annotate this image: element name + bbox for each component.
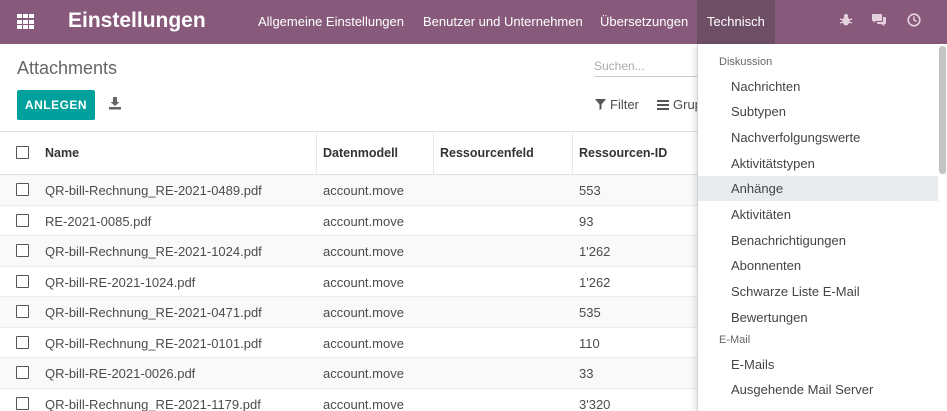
download-icon[interactable]: [108, 96, 122, 110]
list-icon: [657, 99, 669, 110]
dropdown-item[interactable]: Nachrichten: [698, 74, 938, 99]
dropdown-item[interactable]: Subtypen: [698, 99, 938, 124]
cell-name: QR-bill-Rechnung_RE-2021-0471.pdf: [45, 305, 262, 320]
cell-datenmodell: account.move: [323, 366, 404, 381]
row-checkbox[interactable]: [16, 244, 29, 257]
row-checkbox[interactable]: [16, 213, 29, 227]
dropdown-item[interactable]: Bewertungen: [698, 305, 938, 330]
cell-datenmodell: account.move: [323, 305, 404, 320]
menu-uebersetzungen[interactable]: Übersetzungen: [600, 14, 688, 29]
cell-ressourcen-id: 535: [579, 305, 601, 320]
column-header-name[interactable]: Name: [45, 146, 79, 160]
search-input[interactable]: [594, 55, 698, 77]
row-checkbox[interactable]: [16, 274, 29, 288]
dropdown-section-email: E-Mail: [719, 334, 751, 346]
dropdown-section-diskussion: Diskussion: [719, 56, 773, 68]
cell-name: QR-bill-Rechnung_RE-2021-1024.pdf: [45, 244, 262, 259]
cell-name: QR-bill-RE-2021-0026.pdf: [45, 366, 196, 381]
table-row[interactable]: RE-2021-0085.pdf account.move 93: [0, 205, 700, 236]
row-checkbox[interactable]: [16, 335, 29, 349]
table-row[interactable]: QR-bill-RE-2021-0026.pdf account.move 33: [0, 358, 700, 389]
chat-icon[interactable]: [870, 13, 888, 31]
column-divider: [433, 132, 434, 175]
cell-name: QR-bill-Rechnung_RE-2021-0101.pdf: [45, 335, 262, 351]
clock-icon[interactable]: [905, 13, 923, 31]
group-button[interactable]: Grup: [657, 97, 702, 112]
table-row[interactable]: QR-bill-RE-2021-1024.pdf account.move 1'26…: [0, 266, 700, 297]
cell-datenmodell: account.move: [323, 213, 404, 229]
dropdown-item[interactable]: Aktivitätstypen: [698, 151, 938, 176]
cell-name: QR-bill-Rechnung_RE-2021-0489.pdf: [45, 183, 262, 198]
breadcrumb: Attachments: [17, 58, 118, 78]
column-divider: [572, 132, 573, 175]
dropdown-item[interactable]: Schwarze Liste E-Mail: [698, 279, 938, 304]
row-checkbox[interactable]: [16, 183, 29, 196]
column-header-ressourcen-id[interactable]: Ressourcen-ID: [579, 146, 667, 160]
select-all-checkbox[interactable]: [16, 146, 29, 159]
dropdown-scrollbar[interactable]: [939, 46, 946, 174]
cell-ressourcen-id: 1'262: [579, 244, 611, 259]
menu-technisch[interactable]: Technisch: [707, 14, 765, 29]
cell-ressourcen-id: 553: [579, 183, 601, 198]
cell-ressourcen-id: 110: [579, 335, 600, 351]
table-row[interactable]: QR-bill-Rechnung_RE-2021-0489.pdf account…: [0, 175, 700, 206]
cell-datenmodell: account.move: [323, 183, 404, 198]
dropdown-item[interactable]: Nachverfolgungswerte: [698, 125, 938, 150]
bug-icon[interactable]: [837, 13, 855, 31]
menu-benutzer-und-unternehmen[interactable]: Benutzer und Unternehmen: [423, 14, 583, 29]
cell-datenmodell: account.move: [323, 244, 404, 259]
dropdown-item[interactable]: Abonnenten: [698, 253, 938, 278]
dropdown-item[interactable]: Anhänge: [698, 176, 938, 202]
top-navbar: Einstellungen Allgemeine Einstellungen B…: [0, 0, 947, 44]
row-checkbox[interactable]: [16, 366, 29, 379]
cell-datenmodell: account.move: [323, 274, 404, 290]
cell-name: RE-2021-0085.pdf: [45, 213, 152, 229]
row-checkbox[interactable]: [16, 305, 29, 318]
cell-datenmodell: account.move: [323, 396, 404, 411]
cell-name: QR-bill-Rechnung_RE-2021-1179.pdf: [45, 396, 261, 411]
table-row[interactable]: QR-bill-Rechnung_RE-2021-0101.pdf account…: [0, 327, 700, 358]
cell-name: QR-bill-RE-2021-1024.pdf: [45, 274, 196, 290]
cell-ressourcen-id: 3'320: [579, 396, 611, 411]
dropdown-item[interactable]: Aktivitäten: [698, 202, 938, 227]
column-divider: [316, 132, 317, 175]
cell-ressourcen-id: 93: [579, 213, 594, 229]
dropdown-item[interactable]: Ausgehende Mail Server: [698, 377, 938, 402]
cell-ressourcen-id: 33: [579, 366, 594, 381]
table-row[interactable]: QR-bill-Rechnung_RE-2021-1179.pdf account…: [0, 388, 700, 411]
column-header-datenmodell[interactable]: Datenmodell: [323, 146, 398, 160]
row-checkbox[interactable]: [16, 396, 29, 410]
technisch-dropdown-menu: Diskussion Nachrichten Subtypen Nachverfol…: [697, 44, 947, 411]
grid-icon[interactable]: [17, 14, 34, 30]
column-header-ressourcenfeld[interactable]: Ressourcenfeld: [440, 146, 534, 160]
filter-label: Filter: [610, 97, 639, 112]
table-header: Name Datenmodell Ressourcenfeld Ressourc…: [0, 131, 700, 175]
app-title: Einstellungen: [68, 9, 206, 32]
cell-ressourcen-id: 1'262: [579, 274, 611, 290]
dropdown-item[interactable]: Benachrichtigungen: [698, 228, 938, 253]
create-button[interactable]: ANLEGEN: [17, 90, 95, 120]
menu-allgemeine-einstellungen[interactable]: Allgemeine Einstellungen: [258, 14, 404, 29]
dropdown-item[interactable]: E-Mails: [698, 352, 938, 377]
filter-icon: [595, 99, 606, 110]
table-row[interactable]: QR-bill-Rechnung_RE-2021-0471.pdf account…: [0, 297, 700, 328]
cell-datenmodell: account.move: [323, 335, 404, 351]
filter-button[interactable]: Filter: [595, 97, 639, 112]
table-row[interactable]: QR-bill-Rechnung_RE-2021-1024.pdf account…: [0, 236, 700, 267]
